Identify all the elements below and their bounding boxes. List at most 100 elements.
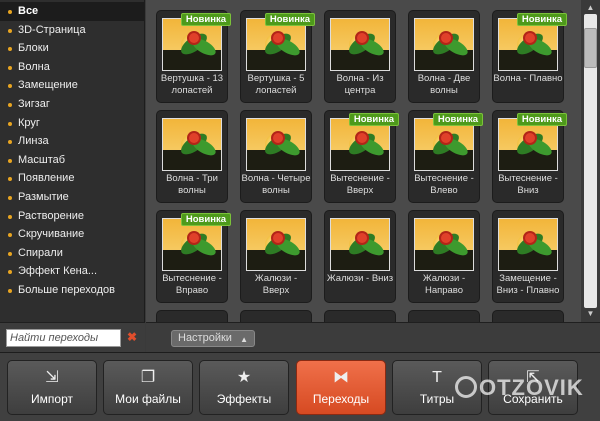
bullet-icon	[8, 195, 12, 200]
transition-caption: Вытеснение - Вниз	[498, 173, 558, 196]
transition-thumbnail	[330, 18, 390, 71]
transition-caption: Вытеснение - Влево	[414, 173, 474, 196]
transition-thumbnail	[498, 218, 558, 271]
bullet-icon	[8, 140, 12, 145]
new-badge: Новинка	[516, 13, 567, 26]
bullet-icon	[8, 84, 12, 89]
new-badge: Новинка	[180, 213, 231, 226]
transition-tile[interactable]	[408, 310, 480, 322]
bullet-icon	[8, 251, 12, 256]
sidebar-item-label: 3D-Страница	[18, 23, 86, 36]
transition-tile[interactable]	[240, 310, 312, 322]
transition-tile[interactable]: Вытеснение - Вверх Новинка	[324, 110, 399, 203]
close-icon[interactable]: ✖	[126, 330, 138, 344]
transition-caption: Вертушка - 5 лопастей	[247, 73, 305, 96]
category-sidebar: Все 3D-Страница Блоки Волна Замещение Зигзаг К…	[0, 0, 145, 322]
sidebar-item-label: Больше переходов	[18, 283, 115, 296]
sidebar-item[interactable]: Блоки	[0, 39, 144, 58]
sidebar-item[interactable]: Растворение	[0, 207, 144, 226]
transition-tile[interactable]: Волна - Четыре волны	[240, 110, 312, 203]
transition-tile[interactable]: Замещение - Вниз - Плавно	[492, 210, 564, 303]
sidebar-item[interactable]: Размытие	[0, 188, 144, 207]
new-badge: Новинка	[348, 113, 399, 126]
new-badge: Новинка	[180, 13, 231, 26]
sidebar-item[interactable]: Масштаб	[0, 151, 144, 170]
transition-caption: Волна - Три волны	[166, 173, 218, 196]
sidebar-item-label: Зигзаг	[18, 97, 50, 110]
import-icon: ⇲	[45, 369, 59, 386]
toolbar-button-transition[interactable]: ⧓ Переходы	[296, 360, 386, 415]
transition-tile[interactable]: Волна - Плавно Новинка	[492, 10, 567, 103]
transitions-grid: Вертушка - 13 лопастей Новинка Вертушка - …	[146, 0, 581, 322]
transition-tile[interactable]: Вытеснение - Вниз Новинка	[492, 110, 567, 203]
bullet-icon	[8, 288, 12, 293]
transition-tile[interactable]	[324, 310, 396, 322]
transition-thumbnail	[414, 218, 474, 271]
new-badge: Новинка	[432, 113, 483, 126]
bullet-icon	[8, 65, 12, 70]
sidebar-item[interactable]: Спирали	[0, 244, 144, 263]
search-bar: Найти переходы ✖	[0, 322, 145, 352]
star-icon: ★	[236, 369, 252, 386]
sidebar-item-label: Скручивание	[18, 228, 85, 241]
sidebar-item-label: Волна	[18, 60, 50, 73]
settings-button[interactable]: Настройки ▲	[171, 330, 255, 347]
transition-tile[interactable]: Жалюзи - Вниз	[324, 210, 396, 303]
transition-caption: Замещение - Вниз - Плавно	[496, 273, 560, 296]
sidebar-item[interactable]: Больше переходов	[0, 281, 144, 300]
transition-tile[interactable]: Вытеснение - Вправо Новинка	[156, 210, 231, 303]
sidebar-item[interactable]: Появление	[0, 169, 144, 188]
sidebar-item[interactable]: Волна	[0, 58, 144, 77]
sidebar-item[interactable]: Скручивание	[0, 225, 144, 244]
transition-caption: Вертушка - 13 лопастей	[160, 73, 224, 96]
transition-thumbnail	[414, 18, 474, 71]
sidebar-item-label: Все	[18, 5, 39, 17]
sidebar-item[interactable]: Замещение	[0, 76, 144, 95]
transition-tile[interactable]: Вытеснение - Влево Новинка	[408, 110, 483, 203]
sidebar-item[interactable]: Все	[0, 2, 144, 21]
transition-tile[interactable]: Волна - Две волны	[408, 10, 480, 103]
transition-tile[interactable]	[492, 310, 564, 322]
new-badge: Новинка	[264, 13, 315, 26]
toolbar-button-files[interactable]: ❐ Мои файлы	[103, 360, 193, 415]
transition-caption: Волна - Из центра	[336, 73, 384, 96]
transition-tile[interactable]	[156, 310, 228, 322]
transition-caption: Волна - Две волны	[417, 73, 471, 96]
transition-thumbnail	[246, 218, 306, 271]
transition-caption: Волна - Плавно	[493, 73, 563, 84]
transition-caption: Жалюзи - Вниз	[326, 273, 394, 284]
sidebar-item[interactable]: Зигзаг	[0, 95, 144, 114]
sidebar-item[interactable]: Эффект Кена...	[0, 262, 144, 281]
transition-tile[interactable]: Волна - Три волны	[156, 110, 228, 203]
bullet-icon	[8, 102, 12, 107]
transition-tile[interactable]: Вертушка - 5 лопастей Новинка	[240, 10, 315, 103]
watermark: OTZOVIK	[455, 375, 584, 401]
sidebar-item-label: Масштаб	[18, 153, 66, 166]
search-input[interactable]: Найти переходы	[6, 329, 121, 347]
scrollbar[interactable]: ▲ ▼	[581, 0, 600, 322]
transition-thumbnail	[162, 118, 222, 171]
sidebar-item-label: Линза	[18, 135, 49, 148]
sidebar-item[interactable]: 3D-Страница	[0, 21, 144, 40]
sidebar-item-label: Эффект Кена...	[18, 265, 98, 278]
bullet-icon	[8, 177, 12, 182]
toolbar-button-label: Эффекты	[216, 392, 272, 406]
sidebar-item-label: Спирали	[18, 246, 63, 259]
transition-tile[interactable]: Вертушка - 13 лопастей Новинка	[156, 10, 231, 103]
toolbar-button-star[interactable]: ★ Эффекты	[199, 360, 289, 415]
scroll-down-icon[interactable]: ▼	[584, 308, 597, 320]
transition-tile[interactable]: Жалюзи - Направо	[408, 210, 480, 303]
transition-tile[interactable]: Жалюзи - Вверх	[240, 210, 312, 303]
scroll-thumb[interactable]	[584, 28, 597, 68]
bullet-icon	[8, 270, 12, 275]
sidebar-item[interactable]: Круг	[0, 114, 144, 133]
scroll-up-icon[interactable]: ▲	[584, 2, 597, 14]
bullet-icon	[8, 28, 12, 33]
toolbar-button-label: Импорт	[31, 392, 73, 406]
bullet-icon	[8, 121, 12, 126]
sidebar-item[interactable]: Линза	[0, 132, 144, 151]
transition-tile[interactable]: Волна - Из центра	[324, 10, 396, 103]
toolbar-button-import[interactable]: ⇲ Импорт	[7, 360, 97, 415]
new-badge: Новинка	[516, 113, 567, 126]
transition-caption: Жалюзи - Направо	[422, 273, 466, 296]
